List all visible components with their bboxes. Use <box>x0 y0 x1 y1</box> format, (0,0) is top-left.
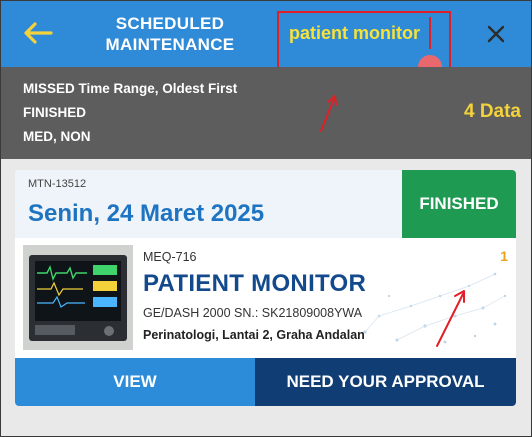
app-header: SCHEDULED MAINTENANCE patient monitor <box>1 1 531 83</box>
maintenance-card[interactable]: MTN-13512 Senin, 24 Maret 2025 FINISHED <box>15 170 516 406</box>
need-approval-button[interactable]: NEED YOUR APPROVAL <box>255 358 516 406</box>
status-badge: FINISHED <box>402 170 516 238</box>
decorative-pattern <box>363 272 507 344</box>
item-count-badge: 1 <box>500 248 508 264</box>
asset-model-serial: GE/DASH 2000 SN.: SK21809008YWA <box>143 306 363 320</box>
annotation-arrow-icon <box>436 290 465 347</box>
page-title-line2: MAINTENANCE <box>105 35 235 54</box>
asset-code: MEQ-716 <box>143 250 197 264</box>
search-input-value: patient monitor <box>289 23 420 43</box>
maintenance-date: Senin, 24 Maret 2025 <box>28 200 265 227</box>
filter-summary[interactable]: MISSED Time Range, Oldest First FINISHED… <box>1 67 531 159</box>
card-header: MTN-13512 Senin, 24 Maret 2025 FINISHED <box>15 170 516 238</box>
arrow-left-icon <box>24 22 53 44</box>
app-frame: SCHEDULED MAINTENANCE patient monitor MI… <box>0 0 532 437</box>
maintenance-id: MTN-13512 <box>28 178 87 190</box>
equipment-image <box>23 245 133 350</box>
view-button[interactable]: VIEW <box>15 358 255 406</box>
back-button[interactable] <box>19 13 57 53</box>
card-actions: VIEW NEED YOUR APPROVAL <box>15 358 516 406</box>
page-title: SCHEDULED MAINTENANCE <box>85 13 255 55</box>
close-icon <box>487 25 505 43</box>
asset-location: Perinatologi, Lantai 2, Graha Andalan <box>143 328 365 342</box>
annotation-arrow-icon <box>320 95 337 132</box>
filter-time-range: MISSED Time Range, Oldest First <box>23 81 238 96</box>
result-count: 4 Data <box>463 101 521 122</box>
filter-status: FINISHED <box>23 105 87 120</box>
text-cursor <box>429 17 431 49</box>
asset-name: PATIENT MONITOR <box>143 270 367 297</box>
page-title-line1: SCHEDULED <box>115 14 225 33</box>
close-button[interactable] <box>481 19 511 49</box>
filter-category: MED, NON <box>23 129 91 144</box>
